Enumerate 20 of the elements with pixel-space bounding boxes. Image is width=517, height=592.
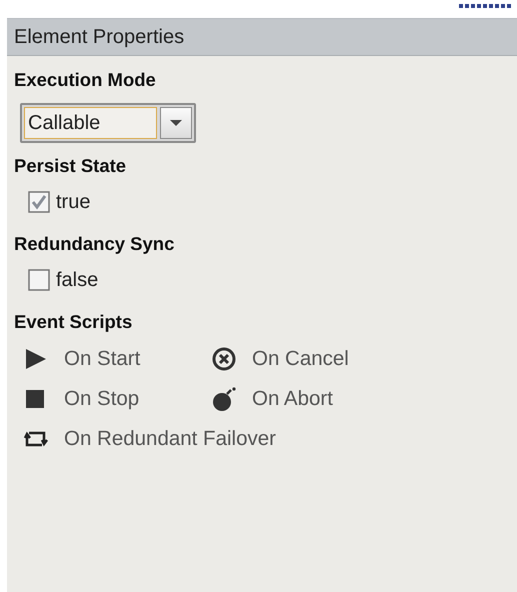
event-script-link[interactable]: On Stop bbox=[64, 387, 140, 411]
panel-title: Element Properties bbox=[14, 26, 184, 48]
section-label: Redundancy Sync bbox=[14, 233, 176, 255]
section-label: Execution Mode bbox=[14, 69, 157, 91]
bomb-icon bbox=[210, 386, 238, 412]
caret-icon bbox=[169, 119, 183, 127]
event-script-link[interactable]: On Start bbox=[64, 347, 140, 371]
checkbox-label: true bbox=[56, 190, 90, 214]
event-script-link[interactable]: On Cancel bbox=[252, 347, 349, 371]
cancel-icon bbox=[210, 346, 238, 372]
grip-icon bbox=[459, 4, 511, 8]
section-label: Persist State bbox=[14, 155, 128, 177]
section-label: Event Scripts bbox=[14, 311, 134, 333]
checkbox[interactable] bbox=[28, 191, 50, 213]
dropdown[interactable]: Callable bbox=[20, 103, 196, 143]
checkbox-label: false bbox=[56, 268, 98, 292]
event-script-link[interactable]: On Abort bbox=[252, 387, 333, 411]
dropdown-button[interactable] bbox=[160, 107, 192, 139]
event-script-link[interactable]: On Redundant Failover bbox=[64, 427, 276, 451]
checkbox[interactable] bbox=[28, 269, 50, 291]
